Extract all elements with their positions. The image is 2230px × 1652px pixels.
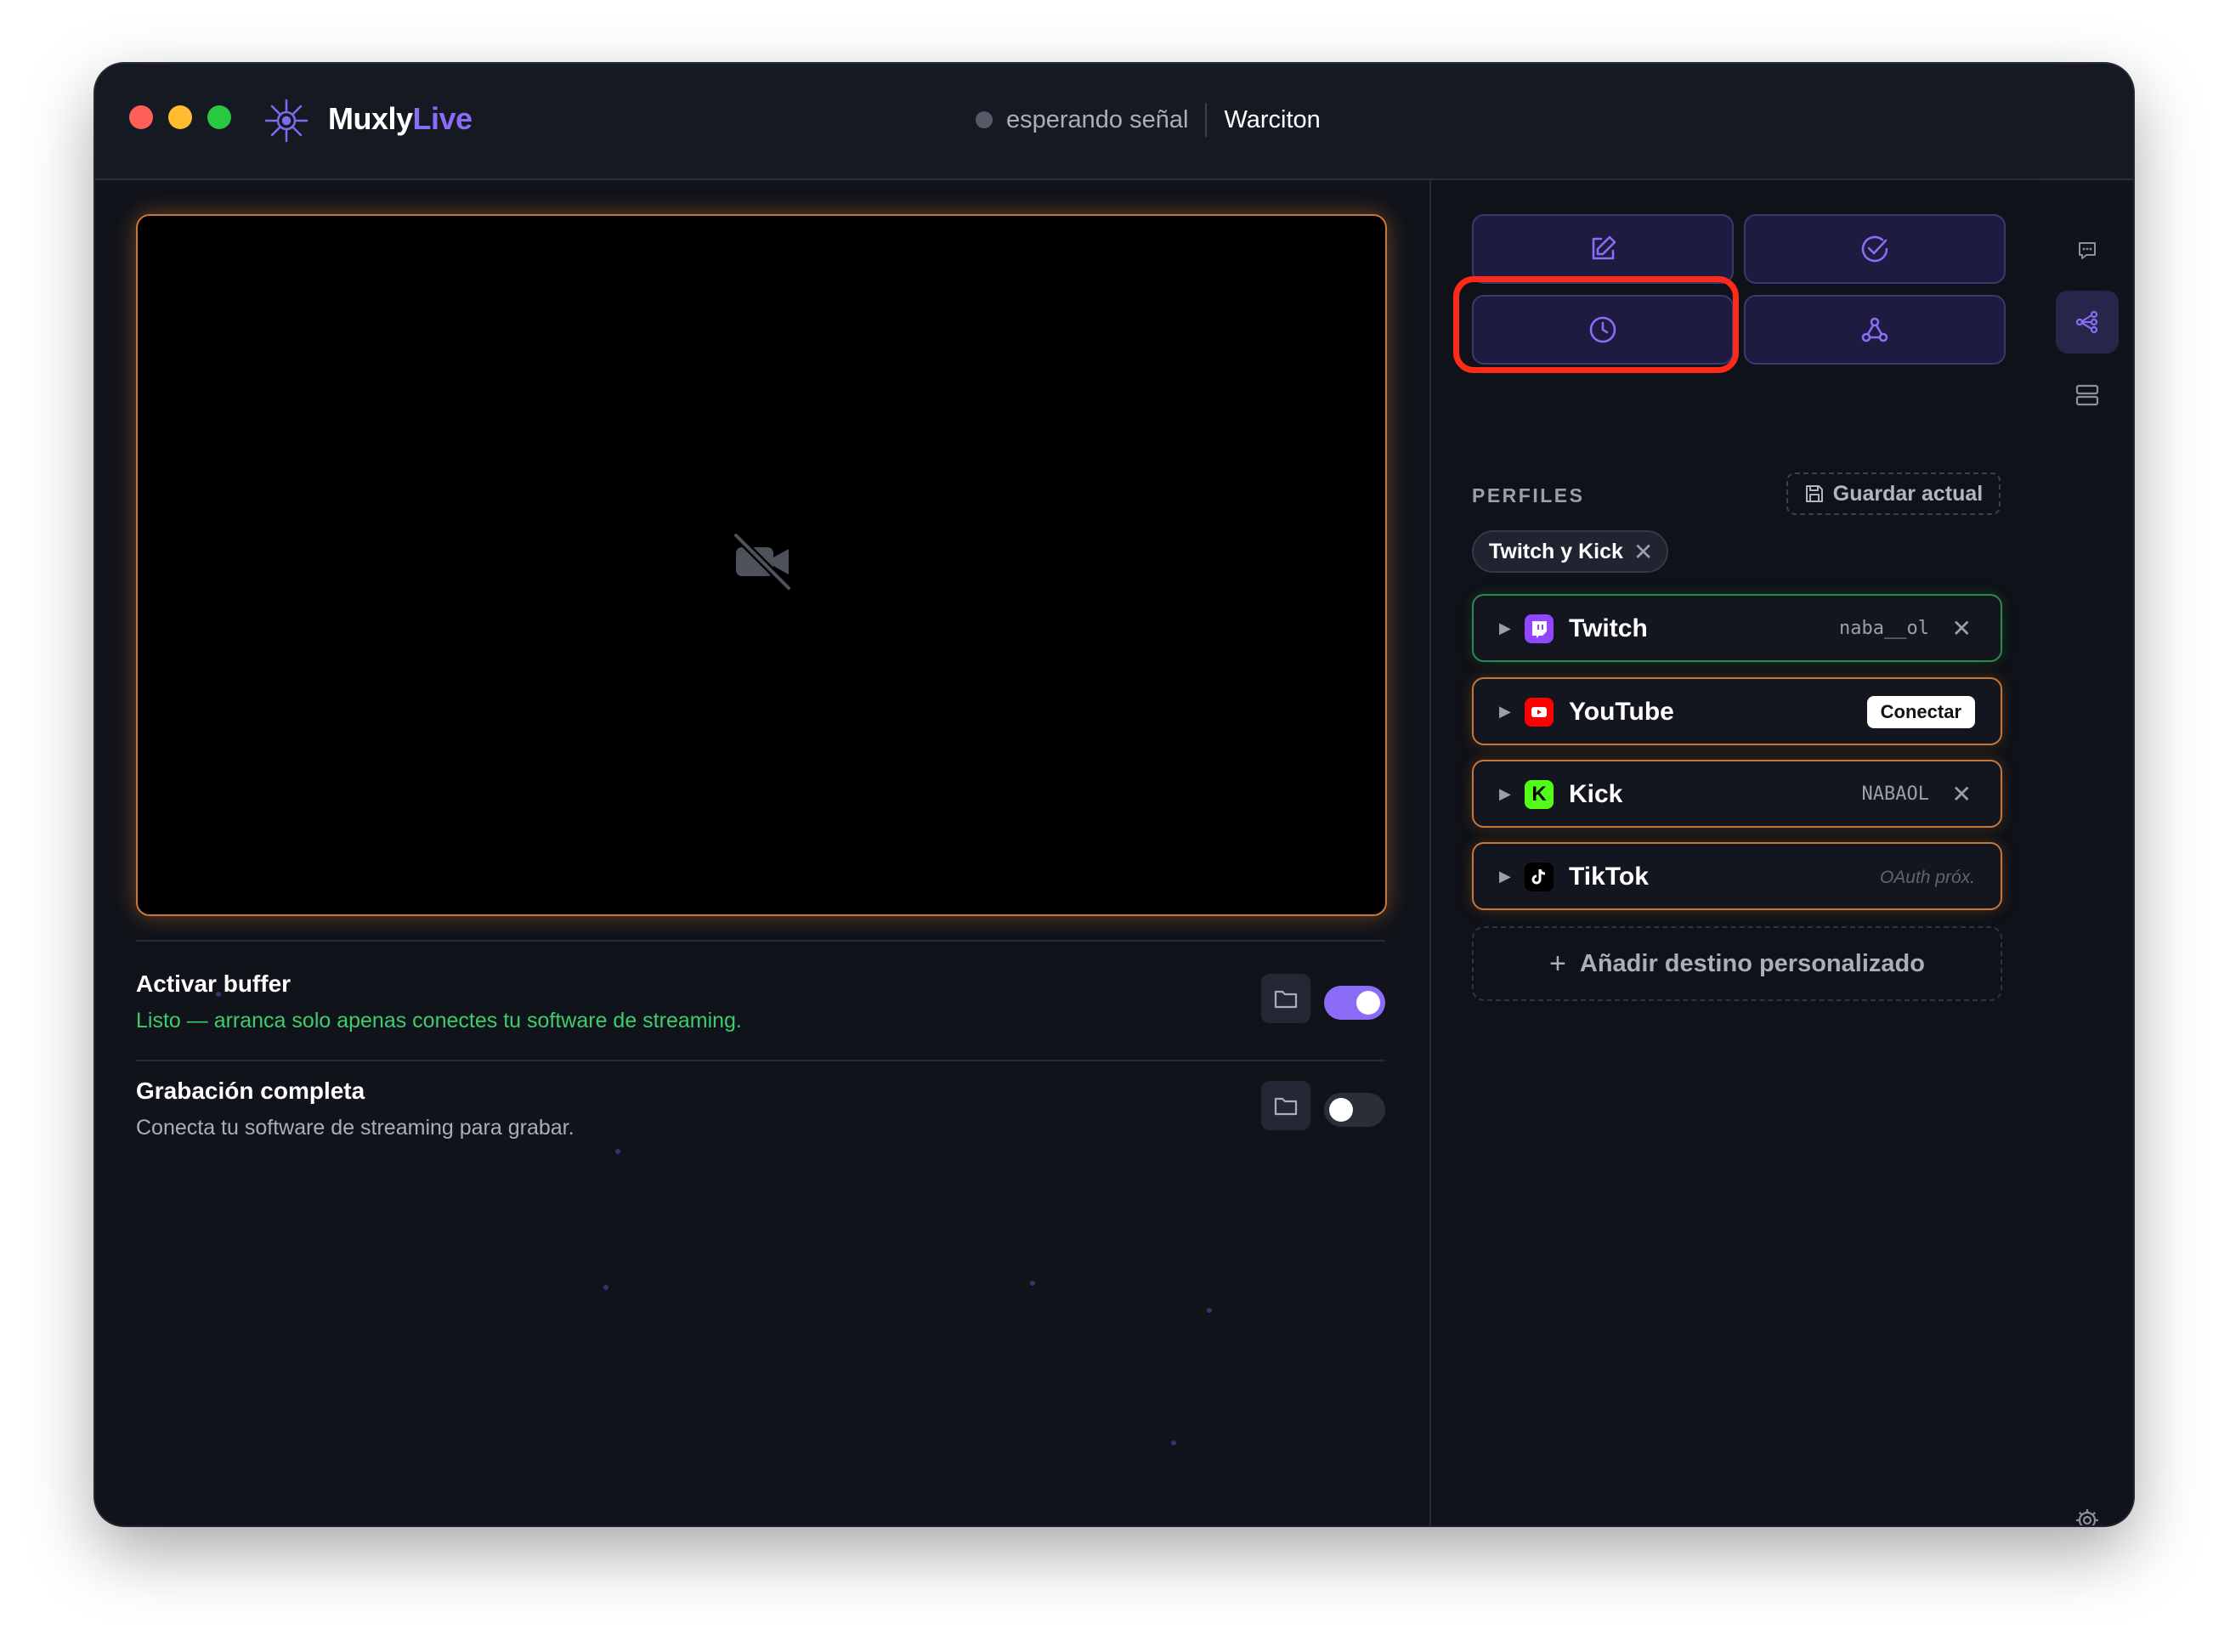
status-dot	[976, 111, 993, 128]
kick-icon: K	[1525, 780, 1554, 809]
save-icon	[1805, 485, 1823, 502]
decorative-dot	[1207, 1308, 1212, 1313]
destination-account: NABAOL	[1861, 784, 1929, 805]
tiktok-icon	[1525, 863, 1554, 891]
destination-name: YouTube	[1569, 698, 1674, 726]
destination-twitch[interactable]: ▶ Twitch naba__ol ✕	[1472, 594, 2002, 662]
video-preview	[136, 214, 1387, 916]
connect-button[interactable]: Conectar	[1866, 696, 1975, 728]
webhook-button[interactable]	[1744, 295, 2006, 365]
youtube-icon	[1525, 698, 1554, 727]
check-circle-icon	[1861, 235, 1888, 263]
destinations-panel: PERFILES Guardar actual Twitch y Kick ✕ …	[1429, 180, 2041, 1525]
twitch-icon	[1525, 614, 1554, 643]
destination-account: naba__ol	[1839, 618, 1929, 639]
server-icon	[2075, 384, 2099, 406]
rail-chat-button[interactable]	[2056, 219, 2119, 282]
app-name-part-2: Live	[412, 101, 473, 136]
highlight-annotation	[1453, 276, 1739, 373]
buffer-toggle[interactable]	[1324, 986, 1385, 1020]
side-rail	[2040, 180, 2133, 1525]
app-window: MuxlyLive esperando señal Warciton Activ…	[95, 64, 2133, 1525]
rail-server-button[interactable]	[2056, 364, 2119, 427]
rail-settings-button[interactable]	[2056, 1489, 2119, 1525]
toggle-knob	[1356, 991, 1380, 1015]
folder-icon	[1274, 990, 1298, 1009]
logo-icon	[264, 99, 308, 143]
destination-note: OAuth próx.	[1879, 868, 1975, 887]
add-destination-button[interactable]: + Añadir destino personalizado	[1472, 926, 2002, 1001]
profile-chip-label: Twitch y Kick	[1489, 539, 1623, 563]
decorative-dot	[1171, 1440, 1176, 1446]
destination-tiktok[interactable]: ▶ TikTok OAuth próx.	[1472, 842, 2002, 910]
chat-icon	[2079, 242, 2096, 259]
status-text: esperando señal	[1006, 105, 1189, 133]
channel-name: Warciton	[1224, 105, 1321, 133]
check-button[interactable]	[1744, 214, 2006, 284]
save-profile-button[interactable]: Guardar actual	[1786, 472, 2001, 515]
close-window-button[interactable]	[129, 105, 153, 129]
share-nodes-icon	[2075, 310, 2098, 334]
edit-button[interactable]	[1472, 214, 1734, 284]
toggle-knob	[1329, 1098, 1353, 1122]
app-name: MuxlyLive	[328, 101, 473, 137]
app-name-part-1: Muxly	[328, 101, 413, 136]
add-destination-label: Añadir destino personalizado	[1579, 949, 1925, 977]
recording-status-text: Conecta tu software de streaming para gr…	[136, 1116, 574, 1140]
expand-arrow-icon[interactable]: ▶	[1499, 868, 1511, 885]
webhook-icon	[1861, 317, 1888, 342]
plus-icon: +	[1549, 947, 1566, 980]
buffer-status-text: Listo — arranca solo apenas conectes tu …	[136, 1009, 742, 1032]
recording-title: Grabación completa	[136, 1078, 365, 1104]
destination-kick[interactable]: ▶ K Kick NABAOL ✕	[1472, 760, 2002, 828]
profile-chip[interactable]: Twitch y Kick ✕	[1472, 530, 1669, 573]
expand-arrow-icon[interactable]: ▶	[1499, 703, 1511, 721]
video-off-icon	[732, 531, 793, 592]
recording-toggle[interactable]	[1324, 1093, 1385, 1127]
expand-arrow-icon[interactable]: ▶	[1499, 620, 1511, 637]
destination-youtube[interactable]: ▶ YouTube Conectar	[1472, 677, 2002, 745]
section-divider	[136, 1060, 1385, 1061]
titlebar: MuxlyLive esperando señal Warciton	[95, 64, 2133, 180]
section-divider	[136, 940, 1385, 942]
remove-profile-icon[interactable]: ✕	[1633, 538, 1653, 566]
destination-name: Kick	[1569, 780, 1623, 808]
save-profile-label: Guardar actual	[1832, 481, 1984, 506]
edit-icon	[1592, 235, 1616, 260]
profiles-label: PERFILES	[1472, 484, 1585, 506]
remove-destination-icon[interactable]: ✕	[1952, 614, 1972, 642]
status-separator	[1205, 103, 1208, 137]
minimize-window-button[interactable]	[168, 105, 192, 129]
destination-name: Twitch	[1569, 614, 1648, 642]
buffer-folder-button[interactable]	[1261, 974, 1310, 1023]
destination-name: TikTok	[1569, 863, 1649, 891]
decorative-dot	[615, 1149, 620, 1154]
connection-status: esperando señal Warciton	[976, 103, 1321, 137]
rail-destinations-button[interactable]	[2056, 291, 2119, 354]
folder-icon	[1274, 1097, 1298, 1116]
gear-icon	[2076, 1509, 2098, 1525]
buffer-title: Activar buffer	[136, 970, 291, 997]
remove-destination-icon[interactable]: ✕	[1952, 780, 1972, 808]
main-area: Activar buffer Listo — arranca solo apen…	[95, 180, 1428, 1525]
recording-folder-button[interactable]	[1261, 1081, 1310, 1130]
decorative-dot	[1030, 1281, 1035, 1286]
expand-arrow-icon[interactable]: ▶	[1499, 785, 1511, 803]
decorative-dot	[603, 1285, 608, 1290]
maximize-window-button[interactable]	[207, 105, 231, 129]
